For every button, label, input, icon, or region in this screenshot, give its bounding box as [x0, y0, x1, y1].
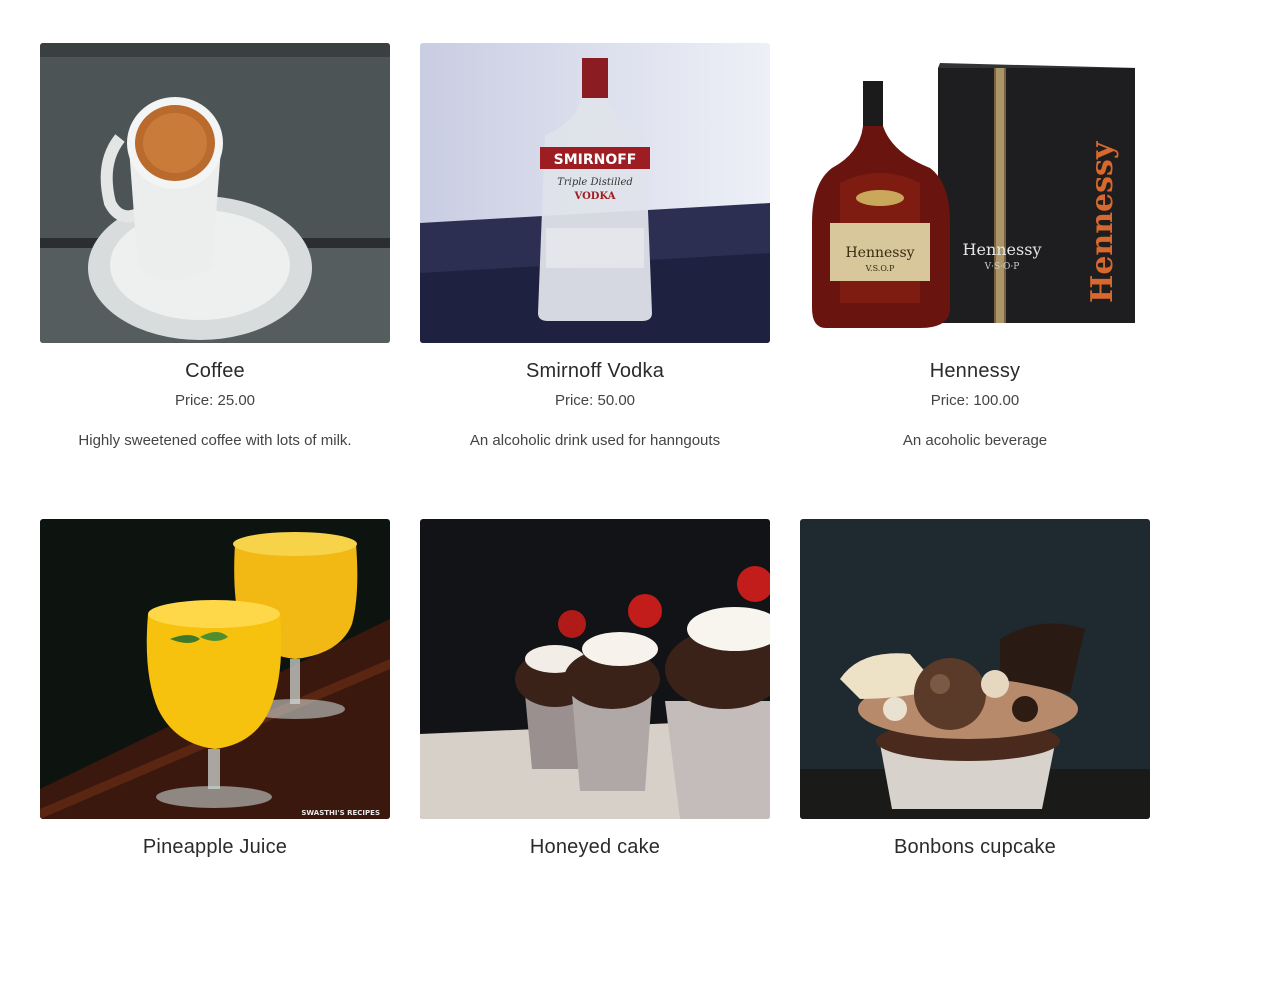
bonbon-cupcake-photo[interactable]: [800, 519, 1150, 819]
vodka-subtitle-text: Triple Distilled: [557, 177, 633, 188]
product-price: Price: 100.00: [800, 391, 1150, 411]
cupcakes-photo[interactable]: [420, 519, 770, 819]
price-label: Price:: [930, 392, 970, 409]
product-price: Price: 25.00: [40, 391, 390, 411]
price-value: 50.00: [597, 392, 636, 409]
product-name[interactable]: Bonbons cupcake: [800, 835, 1150, 859]
product-description: Highly sweetened coffee with lots of mil…: [78, 432, 352, 449]
product-card-hennessy[interactable]: Hennessy V·S·O·P Hennessy Hennessy V.S.O…: [800, 43, 1150, 519]
product-name[interactable]: Coffee: [40, 359, 390, 383]
product-grid: Coffee Price: 25.00 Highly sweetened cof…: [40, 43, 1150, 995]
box-grade-text: V·S·O·P: [984, 262, 1020, 272]
juice-watermark-text: SWASTHI'S RECIPES: [301, 809, 380, 817]
box-vertical-brand-text: Hennessy: [1085, 140, 1120, 303]
price-label: Price:: [174, 392, 214, 409]
product-name[interactable]: Hennessy: [800, 359, 1150, 383]
price-label: Price:: [554, 392, 594, 409]
product-name[interactable]: Smirnoff Vodka: [420, 359, 770, 383]
product-description: An acoholic beverage: [902, 432, 1048, 449]
product-card-smirnoff-vodka[interactable]: SMIRNOFF Triple Distilled VODKA Smirnoff…: [420, 43, 770, 519]
product-description: An alcoholic drink used for hanngouts: [469, 432, 721, 449]
box-brand-text: Hennessy: [963, 240, 1042, 259]
coffee-photo[interactable]: [40, 43, 390, 343]
product-card-coffee[interactable]: Coffee Price: 25.00 Highly sweetened cof…: [40, 43, 390, 519]
product-name[interactable]: Honeyed cake: [420, 835, 770, 859]
product-card-honeyed-cake[interactable]: Honeyed cake: [420, 519, 770, 995]
bottle-brand-text: Hennessy: [845, 245, 914, 261]
product-card-pineapple-juice[interactable]: SWASTHI'S RECIPES Pineapple Juice: [40, 519, 390, 995]
bottle-grade-text: V.S.O.P: [865, 264, 895, 273]
product-name[interactable]: Pineapple Juice: [40, 835, 390, 859]
vodka-photo[interactable]: SMIRNOFF Triple Distilled VODKA: [420, 43, 770, 343]
vodka-brand-text: SMIRNOFF: [554, 152, 637, 168]
price-value: 25.00: [217, 392, 256, 409]
product-card-bonbons-cupcake[interactable]: Bonbons cupcake: [800, 519, 1150, 995]
hennessy-photo[interactable]: Hennessy V·S·O·P Hennessy Hennessy V.S.O…: [800, 43, 1150, 343]
product-price: Price: 50.00: [420, 391, 770, 411]
vodka-type-text: VODKA: [573, 191, 615, 202]
juice-photo[interactable]: SWASTHI'S RECIPES: [40, 519, 390, 819]
price-value: 100.00: [973, 392, 1020, 409]
